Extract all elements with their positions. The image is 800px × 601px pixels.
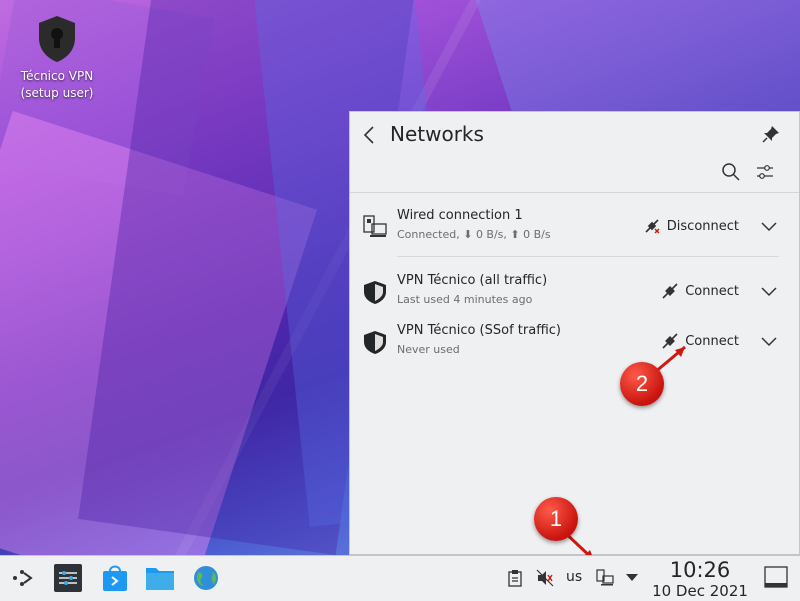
chevron-down-icon xyxy=(761,222,777,232)
wired-network-icon xyxy=(596,569,614,586)
clipboard-button[interactable] xyxy=(505,568,525,588)
clipboard-icon xyxy=(508,570,522,587)
network-name: VPN Técnico (SSof traffic) xyxy=(397,323,561,338)
desktop-icon-label-1: Técnico VPN xyxy=(20,69,94,83)
expand-button[interactable] xyxy=(759,281,779,301)
network-tray-button[interactable] xyxy=(595,568,615,588)
connect-button[interactable]: Connect xyxy=(661,331,739,351)
network-item-wired[interactable]: Wired connection 1 Connected, ⬇ 0 B/s, ⬆… xyxy=(350,204,799,256)
disconnect-label: Disconnect xyxy=(666,218,739,234)
connect-button[interactable]: Connect xyxy=(661,281,739,301)
expand-button[interactable] xyxy=(759,331,779,351)
system-settings-button[interactable] xyxy=(52,562,84,594)
popup-title: Networks xyxy=(390,122,484,146)
launcher-icon xyxy=(13,570,33,586)
network-item-vpn-ssof[interactable]: VPN Técnico (SSof traffic) Never used Co… xyxy=(350,319,799,371)
annotation-badge-1: 1 xyxy=(534,497,578,541)
discover-button[interactable] xyxy=(99,562,131,594)
globe-icon xyxy=(194,566,218,590)
network-status: Connected, ⬇ 0 B/s, ⬆ 0 B/s xyxy=(397,228,551,241)
back-button[interactable] xyxy=(362,124,382,148)
network-status: Never used xyxy=(397,343,460,356)
network-name: Wired connection 1 xyxy=(397,208,523,223)
show-desktop-icon xyxy=(764,566,788,588)
plug-connect-icon xyxy=(662,333,678,349)
vpn-shield-icon xyxy=(364,281,386,304)
clock-date[interactable]: 10 Dec 2021 xyxy=(640,582,760,600)
settings-button[interactable] xyxy=(755,162,775,182)
disconnect-button[interactable]: Disconnect xyxy=(643,216,739,236)
store-bag-icon xyxy=(103,565,127,591)
caret-down-icon xyxy=(626,574,638,581)
shield-lock-icon xyxy=(39,16,75,62)
divider xyxy=(397,256,779,257)
chevron-left-icon xyxy=(363,126,374,144)
clock-time[interactable]: 10:26 xyxy=(650,558,750,582)
search-button[interactable] xyxy=(721,162,741,182)
connect-label: Connect xyxy=(685,283,739,299)
vpn-shield-icon xyxy=(364,331,386,354)
connect-label: Connect xyxy=(685,333,739,349)
annotation-badge-2: 2 xyxy=(620,362,664,406)
desktop-icon-label-2: (setup user) xyxy=(20,86,94,100)
pin-icon xyxy=(762,126,779,143)
chevron-down-icon xyxy=(761,337,777,347)
pin-button[interactable] xyxy=(761,124,781,144)
keyboard-layout-indicator[interactable]: us xyxy=(566,569,582,585)
chevron-down-icon xyxy=(761,287,777,297)
folder-icon xyxy=(146,568,174,590)
desktop-icon-tecnico-vpn[interactable]: Técnico VPN (setup user) xyxy=(14,14,100,102)
sliders-icon xyxy=(757,165,773,179)
network-status: Last used 4 minutes ago xyxy=(397,293,533,306)
wired-network-icon xyxy=(363,215,387,237)
volume-muted-icon xyxy=(536,569,554,587)
plug-disconnect-icon xyxy=(645,219,660,234)
plug-connect-icon xyxy=(662,283,678,299)
file-manager-button[interactable] xyxy=(144,562,176,594)
network-item-vpn-all[interactable]: VPN Técnico (all traffic) Last used 4 mi… xyxy=(350,269,799,321)
expand-button[interactable] xyxy=(759,216,779,236)
taskbar: us 10:26 10 Dec 2021 xyxy=(0,555,800,601)
popup-header: Networks xyxy=(350,112,799,193)
volume-button[interactable] xyxy=(535,568,555,588)
tray-expand-button[interactable] xyxy=(622,568,642,588)
network-name: VPN Técnico (all traffic) xyxy=(397,273,548,288)
search-icon xyxy=(722,163,740,181)
networks-popup: Networks Wired connection 1 Connected, ⬇… xyxy=(349,111,800,555)
settings-app-icon xyxy=(54,564,82,592)
web-browser-button[interactable] xyxy=(190,562,222,594)
app-launcher-button[interactable] xyxy=(6,562,38,594)
show-desktop-button[interactable] xyxy=(764,565,788,589)
